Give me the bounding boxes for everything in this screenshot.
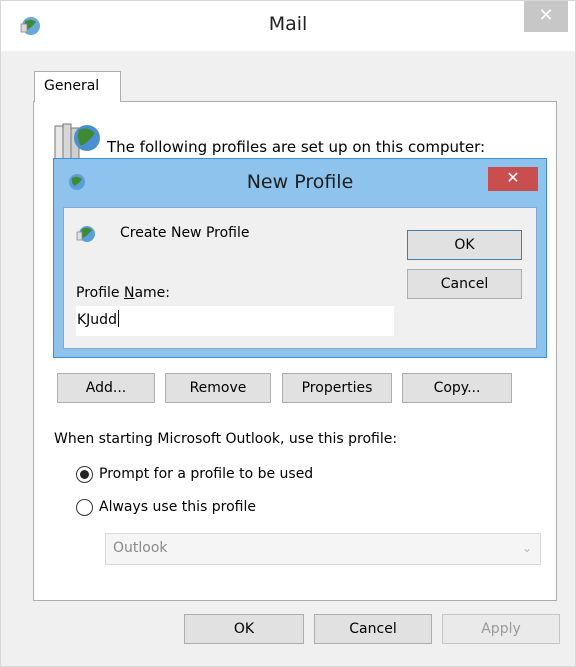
remove-profile-button[interactable]: Remove [165, 373, 271, 403]
window-title: Mail [268, 13, 308, 35]
profile-name-label: Profile Name: [76, 285, 171, 301]
mail-window: Mail ✕ General The following profiles ar… [0, 0, 576, 667]
prompt-profile-option[interactable]: Prompt for a profile to be used [76, 463, 313, 485]
startup-profile-label: When starting Microsoft Outlook, use thi… [54, 431, 398, 447]
always-use-profile-radio[interactable] [76, 498, 93, 516]
new-profile-body: Create New Profile OK Cancel Profile Nam… [63, 207, 537, 349]
chevron-down-icon: ⌄ [521, 541, 532, 555]
prompt-profile-label: Prompt for a profile to be used [99, 466, 314, 482]
cancel-button[interactable]: Cancel [314, 614, 432, 644]
copy-profile-button[interactable]: Copy... [402, 373, 512, 403]
always-use-profile-label: Always use this profile [99, 499, 256, 515]
title-bar[interactable]: Mail ✕ [1, 1, 575, 51]
new-profile-globe-icon [76, 226, 95, 242]
apply-button: Apply [442, 614, 560, 644]
text-caret [117, 310, 119, 327]
new-profile-cancel-button[interactable]: Cancel [407, 269, 522, 299]
properties-button[interactable]: Properties [282, 373, 392, 403]
profile-name-input[interactable]: KJudd [76, 306, 394, 336]
profile-select-value: Outlook [113, 540, 168, 556]
close-button[interactable]: ✕ [524, 1, 568, 32]
profiles-description: The following profiles are set up on thi… [107, 138, 486, 156]
new-profile-dialog: New Profile ✕ Create New Profile OK Canc… [53, 158, 547, 358]
profile-select[interactable]: Outlook ⌄ [105, 533, 541, 565]
close-icon: ✕ [506, 168, 520, 187]
add-profile-button[interactable]: Add... [57, 373, 155, 403]
new-profile-close-button[interactable]: ✕ [488, 167, 538, 191]
tab-general[interactable]: General [34, 71, 121, 102]
close-icon: ✕ [538, 5, 554, 26]
new-profile-title-bar[interactable]: New Profile ✕ [54, 159, 546, 207]
ok-button[interactable]: OK [184, 614, 304, 644]
profile-name-value: KJudd [77, 312, 117, 328]
new-profile-title: New Profile [246, 171, 354, 193]
create-new-profile-label: Create New Profile [120, 225, 250, 241]
always-use-profile-option[interactable]: Always use this profile [76, 496, 256, 518]
prompt-profile-radio[interactable] [76, 465, 93, 483]
new-profile-ok-button[interactable]: OK [407, 230, 522, 260]
